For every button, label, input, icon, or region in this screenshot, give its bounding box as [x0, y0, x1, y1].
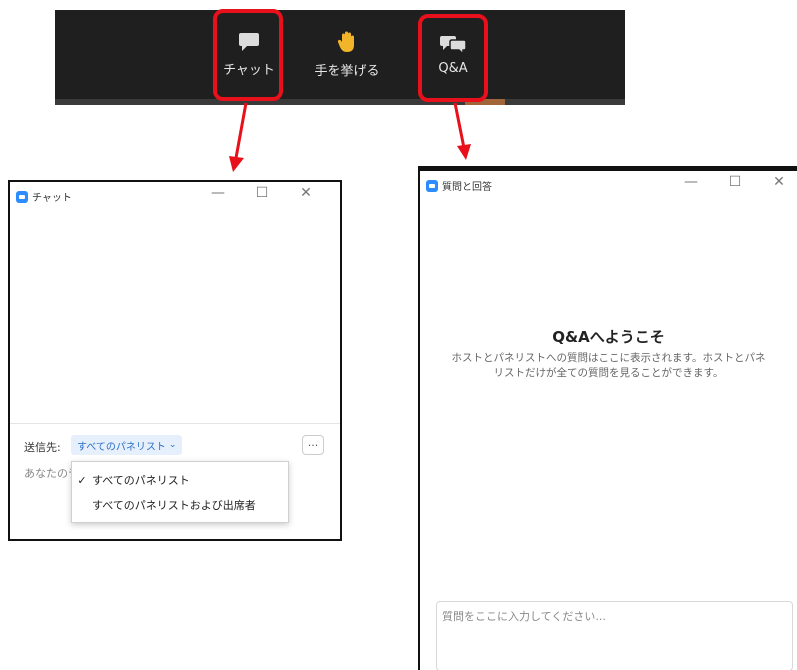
menu-item-label: すべてのパネリスト: [92, 474, 190, 487]
chat-window: チャット — ☐ ✕ 送信先: すべてのパネリスト ⌄ ··· あなたのテ ✓ …: [8, 180, 342, 541]
qa-arrow-icon: [453, 102, 466, 149]
checkmark-icon: ✓: [77, 473, 87, 487]
qa-window-controls: — ☐ ✕: [669, 174, 797, 190]
menu-item-label: すべてのパネリストおよび出席者: [92, 499, 256, 512]
maximize-icon[interactable]: ☐: [713, 174, 757, 190]
qa-description-line-2: リストだけが全ての質問を見ることができます。: [493, 367, 724, 379]
send-to-value: すべてのパネリスト: [77, 441, 166, 453]
minimize-icon[interactable]: —: [196, 185, 240, 201]
message-input[interactable]: あなたのテ: [24, 465, 72, 481]
send-to-menu: ✓ すべてのパネリスト すべてのパネリストおよび出席者: [71, 461, 289, 523]
qa-welcome-title: Q&Aへようこそ: [552, 328, 665, 346]
qa-description-line-1: ホストとパネリストへの質問はここに表示されます。ホストとパネ: [451, 352, 766, 364]
question-input[interactable]: 質問をここに入力してください...: [436, 601, 793, 670]
chat-window-controls: — ☐ ✕: [196, 185, 328, 201]
qa-window-title: 質問と回答: [426, 178, 492, 193]
maximize-icon[interactable]: ☐: [240, 185, 284, 201]
close-icon[interactable]: ✕: [757, 174, 797, 190]
zoom-logo-icon: [426, 179, 438, 192]
zoom-logo-icon: [16, 190, 28, 203]
qa-arrow-head-icon: [457, 144, 471, 160]
chat-window-title-text: チャット: [32, 193, 72, 204]
qa-window: 質問と回答 — ☐ ✕ Q&Aへようこそ ホストとパネリストへの質問はここに表示…: [418, 166, 797, 670]
chat-arrow-head-icon: [229, 156, 244, 172]
chevron-down-icon: ⌄: [168, 440, 177, 450]
send-to-label: 送信先:: [24, 441, 61, 454]
send-to-dropdown[interactable]: すべてのパネリスト ⌄: [71, 435, 183, 455]
minimize-icon[interactable]: —: [669, 174, 713, 190]
menu-item-panelists-and-attendees[interactable]: すべてのパネリストおよび出席者: [72, 493, 288, 517]
chat-divider: [10, 423, 340, 424]
menu-item-all-panelists[interactable]: ✓ すべてのパネリスト: [72, 468, 288, 492]
qa-window-title-text: 質問と回答: [442, 182, 492, 193]
close-icon[interactable]: ✕: [284, 185, 328, 201]
qa-welcome-description: ホストとパネリストへの質問はここに表示されます。ホストとパネ リストだけが全ての…: [450, 351, 767, 381]
chat-window-title: チャット: [16, 189, 72, 204]
more-options-button[interactable]: ···: [302, 435, 324, 455]
chat-arrow-icon: [234, 102, 248, 159]
